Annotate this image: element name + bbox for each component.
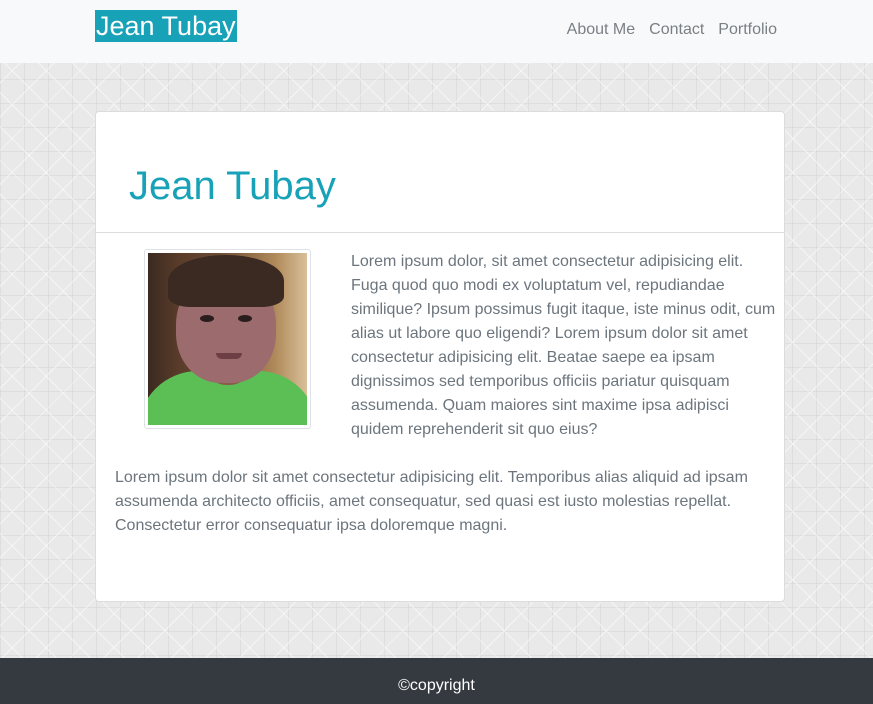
profile-photo	[148, 253, 307, 425]
card-header: Jean Tubay	[96, 112, 784, 233]
nav-links: About Me Contact Portfolio	[567, 20, 777, 40]
profile-photo-frame	[144, 249, 311, 429]
page-footer: ©copyright	[0, 658, 873, 704]
nav-link-about-me[interactable]: About Me	[567, 20, 635, 40]
photo-right-eye	[238, 315, 252, 322]
nav-link-contact[interactable]: Contact	[649, 20, 704, 40]
nav-link-portfolio[interactable]: Portfolio	[718, 20, 777, 40]
photo-hair	[168, 255, 284, 307]
brand-link[interactable]: Jean Tubay	[95, 10, 237, 42]
profile-card: Jean Tubay Lorem ipsum dolor, sit amet c…	[95, 111, 785, 602]
page-title: Jean Tubay	[129, 164, 336, 208]
copyright-text: ©copyright	[398, 677, 475, 694]
top-navbar: Jean Tubay About Me Contact Portfolio	[0, 0, 873, 63]
photo-left-eye	[200, 315, 214, 322]
bio-paragraph-1: Lorem ipsum dolor, sit amet consectetur …	[351, 253, 776, 438]
photo-mouth	[216, 353, 242, 359]
bio-paragraph-2: Lorem ipsum dolor sit amet consectetur a…	[115, 469, 748, 534]
